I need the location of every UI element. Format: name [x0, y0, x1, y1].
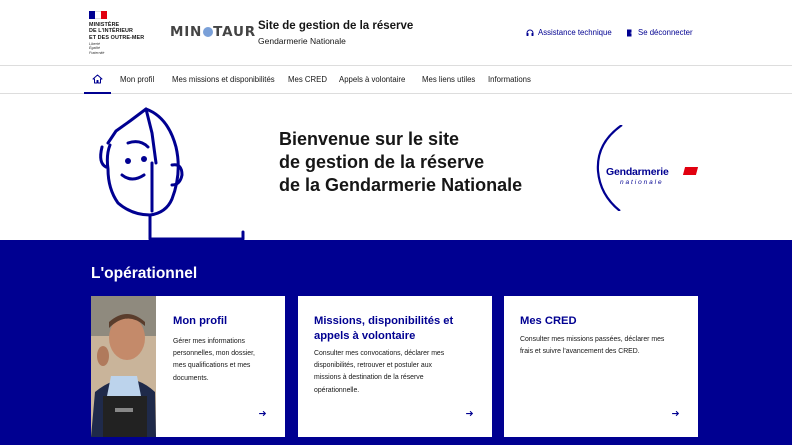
card-title: Mon profil: [173, 315, 228, 327]
gendarme-illustration: [99, 107, 245, 241]
republic-motto: Liberté Égalité Fraternité: [89, 42, 105, 55]
card-title: Mes CRED: [520, 315, 577, 327]
card-description: Gérer mes informations personnelles, mon…: [173, 338, 255, 382]
headset-icon: [526, 29, 534, 36]
site-title[interactable]: Site de gestion de la réserve: [258, 20, 413, 32]
nav-item-volunteer-calls[interactable]: Appels à volontaire: [339, 66, 405, 94]
assistance-link[interactable]: Assistance technique: [526, 28, 612, 37]
app-logo[interactable]: MIN TAUR: [170, 24, 256, 40]
welcome-heading: Bienvenue sur le site de gestion de la r…: [279, 129, 523, 195]
nav-item-information[interactable]: Informations: [488, 66, 531, 94]
nav-item-profile[interactable]: Mon profil: [120, 66, 154, 94]
ministry-name: MINISTÈRE DE L'INTÉRIEUR ET DES OUTRE-ME…: [89, 22, 145, 41]
header: MINISTÈRE DE L'INTÉRIEUR ET DES OUTRE-ME…: [0, 0, 792, 66]
assistance-label: Assistance technique: [538, 28, 612, 37]
home-icon: [92, 74, 103, 84]
card-profile[interactable]: Mon profil Gérer mes informations person…: [91, 296, 285, 437]
ministry-logo[interactable]: MINISTÈRE DE L'INTÉRIEUR ET DES OUTRE-ME…: [89, 11, 159, 57]
nav-item-useful-links[interactable]: Mes liens utiles: [422, 66, 475, 94]
arrow-right-icon[interactable]: [671, 409, 680, 418]
arrow-right-icon[interactable]: [465, 409, 474, 418]
hero-banner: Bienvenue sur le site de gestion de la r…: [0, 95, 792, 241]
french-flag-icon: [89, 11, 107, 19]
card-missions[interactable]: Missions, disponibilités et appels à vol…: [298, 296, 492, 437]
nav-home[interactable]: [84, 66, 111, 94]
nav-item-missions[interactable]: Mes missions et disponibilités: [172, 66, 275, 94]
logout-link[interactable]: Se déconnecter: [626, 28, 693, 37]
card-cred[interactable]: Mes CRED Consulter mes missions passées,…: [504, 296, 698, 437]
red-stripe-icon: [682, 167, 699, 175]
gendarme-photo: [91, 296, 156, 437]
app-logo-circle-icon: [202, 27, 213, 37]
arrow-right-icon[interactable]: [258, 409, 267, 418]
card-description: Consulter mes missions passées, déclarer…: [520, 336, 665, 356]
gendarmerie-logo-subtitle: nationale: [620, 179, 664, 186]
operational-section: L'opérationnel Mon profil Gérer mes info…: [0, 240, 792, 445]
gendarmerie-logo: Gendarmerie nationale: [594, 125, 704, 211]
site-subtitle: Gendarmerie Nationale: [258, 36, 346, 46]
card-description: Consulter mes convocations, déclarer mes…: [314, 350, 445, 394]
section-title: L'opérationnel: [91, 265, 198, 282]
nav-item-cred[interactable]: Mes CRED: [288, 66, 327, 94]
main-nav: Mon profil Mes missions et disponibilité…: [0, 66, 792, 94]
logout-label: Se déconnecter: [638, 28, 693, 37]
card-title: Missions, disponibilités et appels à vol…: [314, 315, 454, 342]
gendarmerie-logo-title: Gendarmerie: [606, 166, 669, 178]
logout-icon: [627, 29, 634, 36]
